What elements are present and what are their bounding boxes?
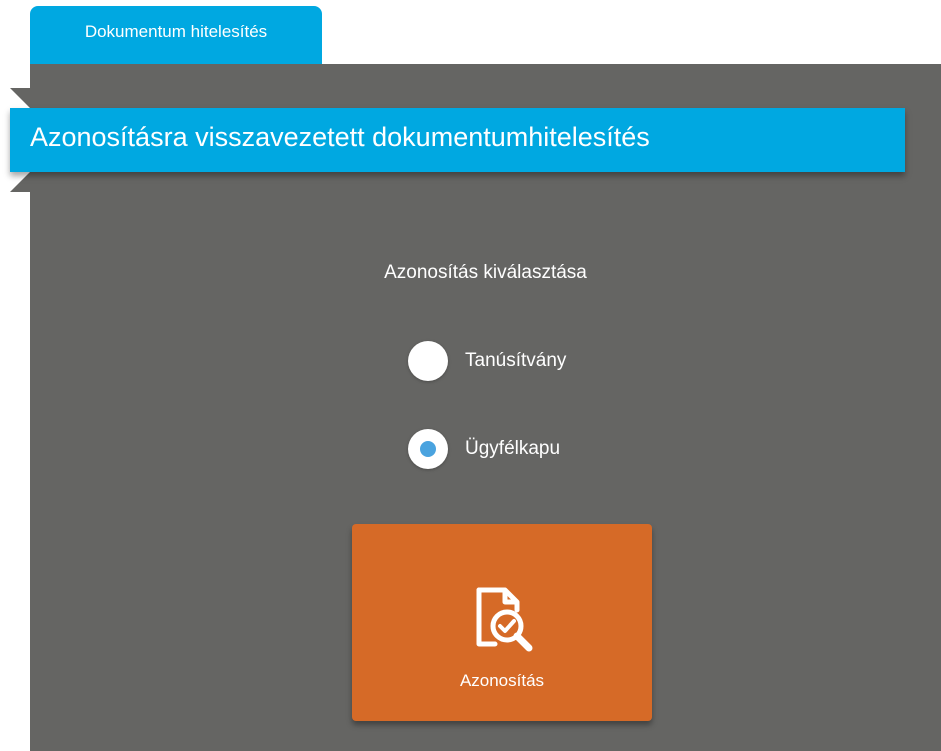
radio-label-tanusitvany[interactable]: Tanúsítvány [465, 350, 566, 372]
radio-button-ugyfelkapu[interactable] [408, 429, 448, 469]
radio-label-ugyfelkapu[interactable]: Ügyfélkapu [465, 438, 560, 460]
azonositas-button-label: Azonosítás [459, 671, 545, 690]
radio-option-ugyfelkapu[interactable]: Ügyfélkapu [408, 429, 560, 469]
radio-button-tanusitvany[interactable] [408, 341, 448, 381]
identification-heading: Azonosítás kiválasztása [384, 262, 587, 283]
banner-fold-top [10, 88, 30, 108]
tab-dokumentum-hitelesites[interactable]: Dokumentum hitelesítés [30, 6, 322, 64]
page: Dokumentum hitelesítés Azonosításra viss… [0, 0, 941, 751]
radio-selected-dot [420, 441, 436, 457]
page-title: Azonosításra visszavezetett dokumentumhi… [30, 122, 650, 152]
banner-fold-bottom [10, 172, 30, 192]
page-title-banner: Azonosításra visszavezetett dokumentumhi… [10, 108, 905, 172]
document-search-check-icon [476, 587, 533, 652]
tab-label: Dokumentum hitelesítés [84, 22, 268, 41]
radio-option-tanusitvany[interactable]: Tanúsítvány [408, 341, 566, 381]
azonositas-button[interactable]: Azonosítás [352, 524, 652, 721]
